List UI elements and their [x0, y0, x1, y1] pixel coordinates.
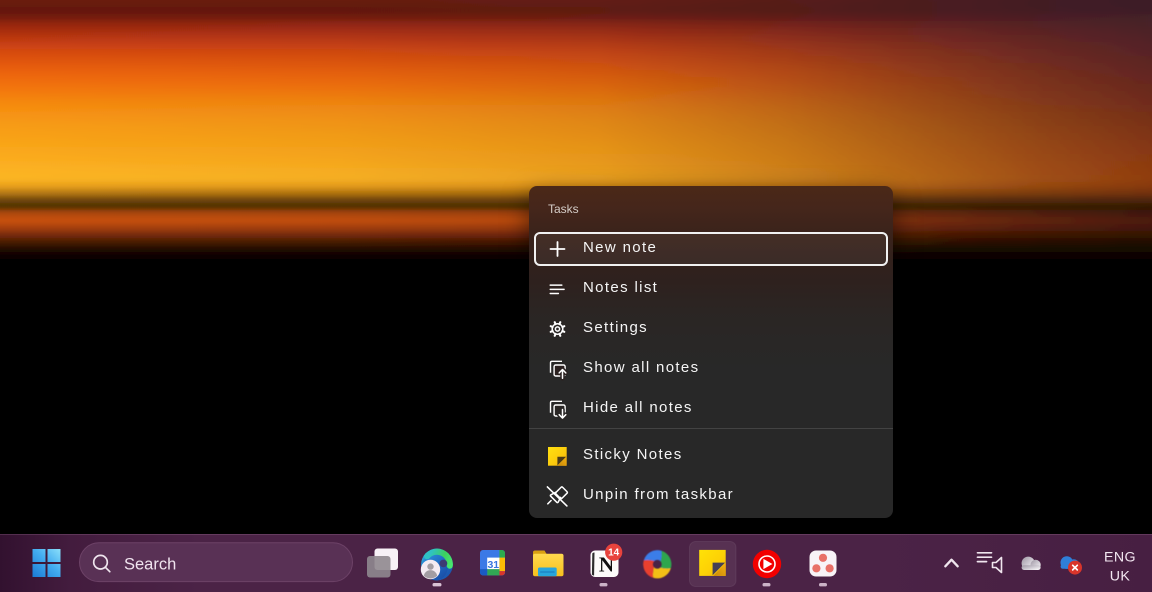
svg-text:31: 31 — [487, 559, 499, 571]
svg-text:ENG: ENG — [1104, 550, 1136, 566]
svg-text:UK: UK — [1110, 569, 1131, 585]
svg-text:Search: Search — [124, 556, 176, 574]
svg-text:14: 14 — [608, 548, 620, 559]
